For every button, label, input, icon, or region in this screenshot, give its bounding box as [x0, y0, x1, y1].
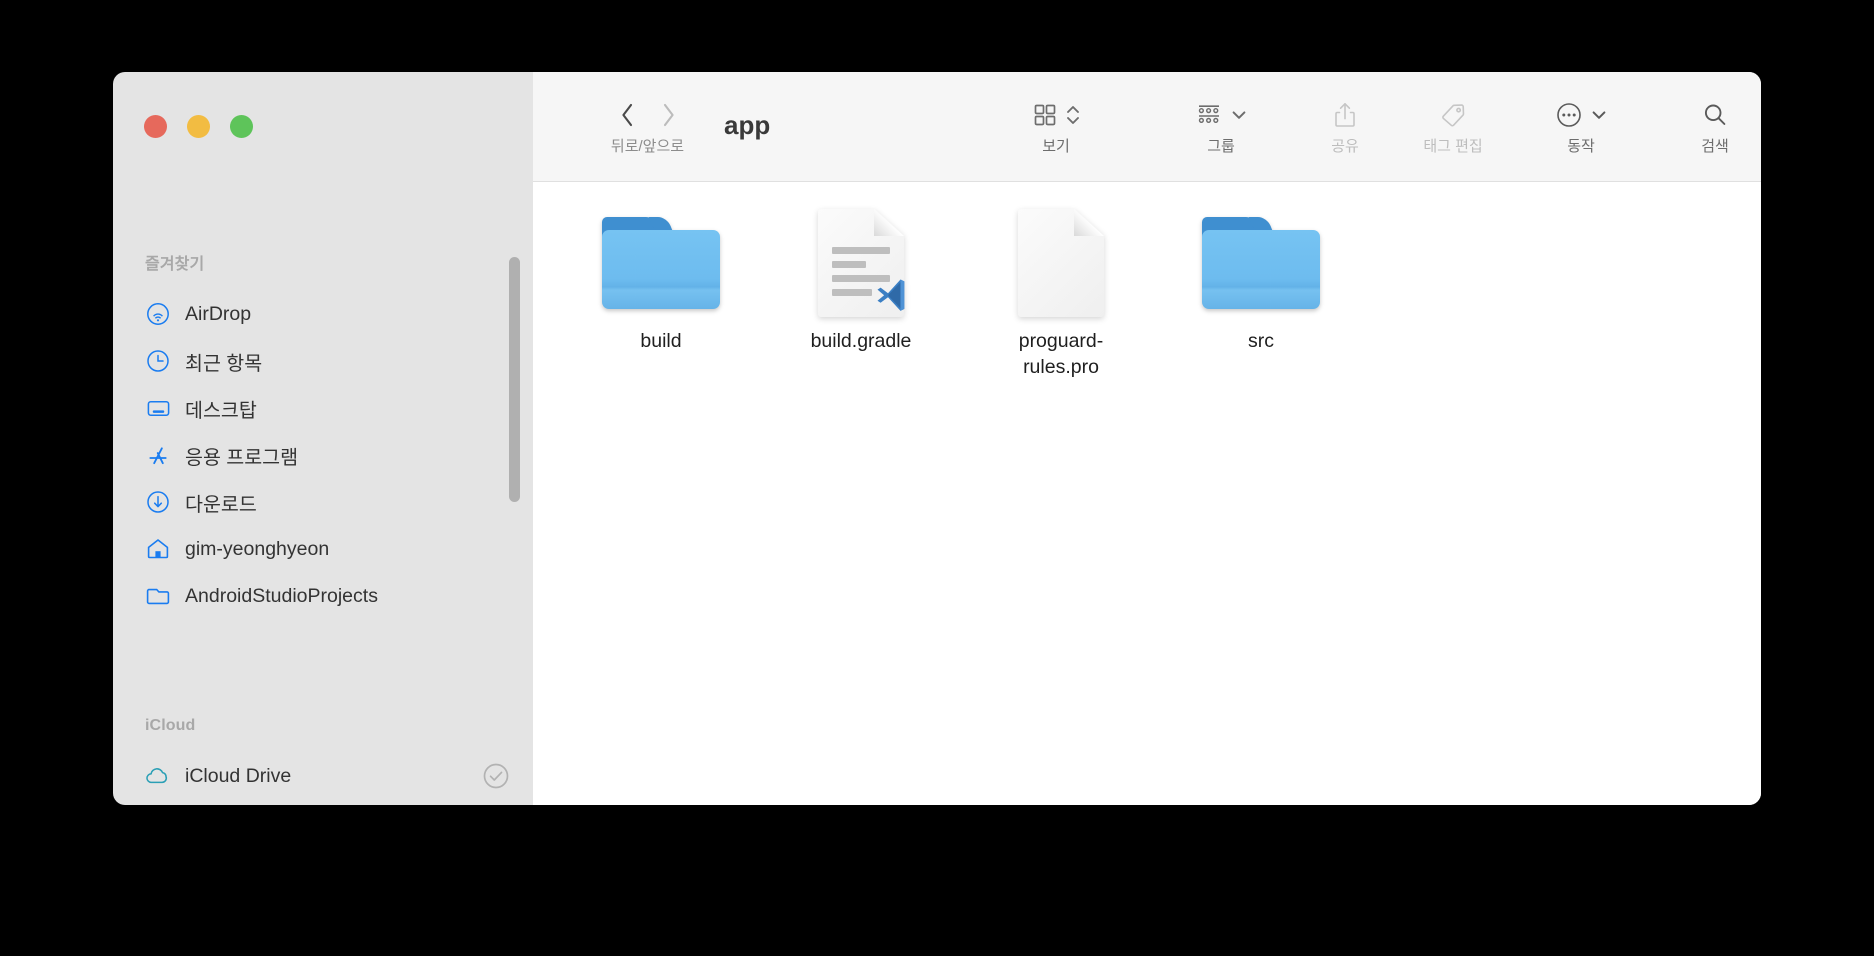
- sidebar-item-label: AirDrop: [185, 302, 252, 325]
- sidebar-item-label: AndroidStudioProjects: [185, 584, 378, 607]
- search-caption: 검색: [1701, 138, 1729, 155]
- tag-icon: [1438, 101, 1468, 134]
- applications-icon: [144, 441, 172, 469]
- sidebar-item-home[interactable]: gim-yeonghyeon: [113, 529, 533, 569]
- sidebar-item-label: 최근 항목: [185, 352, 263, 375]
- clock-icon: [144, 347, 172, 375]
- sidebar-scrollbar[interactable]: [509, 257, 520, 502]
- search-icon: [1701, 101, 1729, 134]
- actions-caption: 동작: [1567, 138, 1595, 155]
- search-button[interactable]: 검색: [1667, 100, 1761, 156]
- sidebar-item-label: 응용 프로그램: [185, 446, 299, 469]
- airdrop-icon: [144, 300, 172, 328]
- desktop-icon: [144, 394, 172, 422]
- document-icon: [999, 204, 1123, 322]
- file-name-label: build.gradle: [810, 330, 912, 352]
- folder-icon: [599, 204, 723, 322]
- content-pane: 뒤로/앞으로 app 보기 그룹 공유 태그 편집 동작 검색 build bu…: [533, 72, 1761, 805]
- actions-button[interactable]: 동작: [1533, 100, 1629, 156]
- sidebar-item-icloud-drive[interactable]: iCloud Drive: [113, 756, 533, 796]
- sidebar-scroll-area[interactable]: 즐겨찾기 AirDrop 최근 항목 데스크탑 응용 프로그램 다운로드 gim…: [113, 72, 533, 805]
- status-check-icon: [481, 761, 511, 791]
- home-icon: [144, 535, 172, 563]
- chevron-right-icon[interactable]: [659, 100, 678, 135]
- file-item[interactable]: build: [561, 204, 761, 381]
- vscode-badge-icon: [868, 273, 912, 317]
- sidebar-item-label: gim-yeonghyeon: [185, 537, 330, 560]
- edit-tags-caption: 태그 편집: [1423, 138, 1483, 155]
- group-button[interactable]: 그룹: [1173, 100, 1269, 156]
- more-actions-icon: [1555, 101, 1583, 134]
- sidebar-group-favorites-title: 즐겨찾기: [145, 256, 205, 273]
- grid-view-icon: [1032, 102, 1058, 133]
- group-caption: 그룹: [1207, 138, 1235, 155]
- sidebar-item-recents[interactable]: 최근 항목: [113, 341, 533, 381]
- group-by-icon: [1195, 103, 1223, 132]
- back-forward-group: 뒤로/앞으로: [585, 100, 710, 156]
- chevron-updown-icon: [1065, 101, 1081, 134]
- sidebar-item-label: 데스크탑: [185, 399, 257, 422]
- file-item[interactable]: src: [1161, 204, 1361, 381]
- file-name-label: build: [640, 330, 682, 352]
- sidebar-item-desktop[interactable]: 데스크탑: [113, 388, 533, 428]
- sidebar: 즐겨찾기 AirDrop 최근 항목 데스크탑 응용 프로그램 다운로드 gim…: [113, 72, 533, 805]
- file-item[interactable]: build.gradle: [761, 204, 961, 381]
- file-item[interactable]: proguard-rules.pro: [961, 204, 1161, 381]
- view-button[interactable]: 보기: [1008, 100, 1104, 156]
- sidebar-item-airdrop[interactable]: AirDrop: [113, 294, 533, 334]
- file-grid: build build.gradle proguard-rules.pro sr…: [533, 204, 1761, 381]
- folder-icon: [1199, 204, 1323, 322]
- back-forward-caption: 뒤로/앞으로: [610, 138, 685, 155]
- sidebar-item-downloads[interactable]: 다운로드: [113, 482, 533, 522]
- edit-tags-button[interactable]: 태그 편집: [1385, 100, 1521, 156]
- download-icon: [144, 488, 172, 516]
- finder-window: 즐겨찾기 AirDrop 최근 항목 데스크탑 응용 프로그램 다운로드 gim…: [113, 72, 1761, 805]
- page-title: app: [724, 110, 771, 140]
- document-icon: [799, 204, 923, 322]
- sidebar-item-label: 다운로드: [185, 493, 257, 516]
- sidebar-group-icloud-title: iCloud: [145, 717, 196, 734]
- share-icon: [1332, 101, 1358, 134]
- sidebar-item-androidstudioprojects[interactable]: AndroidStudioProjects: [113, 576, 533, 616]
- share-caption: 공유: [1331, 138, 1359, 155]
- toolbar: 뒤로/앞으로 app 보기 그룹 공유 태그 편집 동작 검색: [533, 72, 1761, 182]
- cloud-icon: [144, 762, 172, 790]
- folder-icon: [144, 582, 172, 610]
- chevron-left-icon[interactable]: [618, 100, 637, 135]
- sidebar-item-applications[interactable]: 응용 프로그램: [113, 435, 533, 475]
- file-name-label: proguard-rules.pro: [1018, 330, 1104, 379]
- file-browser-area[interactable]: build build.gradle proguard-rules.pro sr…: [533, 182, 1761, 805]
- view-caption: 보기: [1042, 138, 1070, 155]
- sidebar-item-label: iCloud Drive: [185, 764, 292, 787]
- chevron-down-icon: [1590, 106, 1608, 129]
- share-button[interactable]: 공유: [1305, 100, 1385, 156]
- chevron-down-icon: [1230, 106, 1248, 129]
- file-name-label: src: [1248, 330, 1274, 352]
